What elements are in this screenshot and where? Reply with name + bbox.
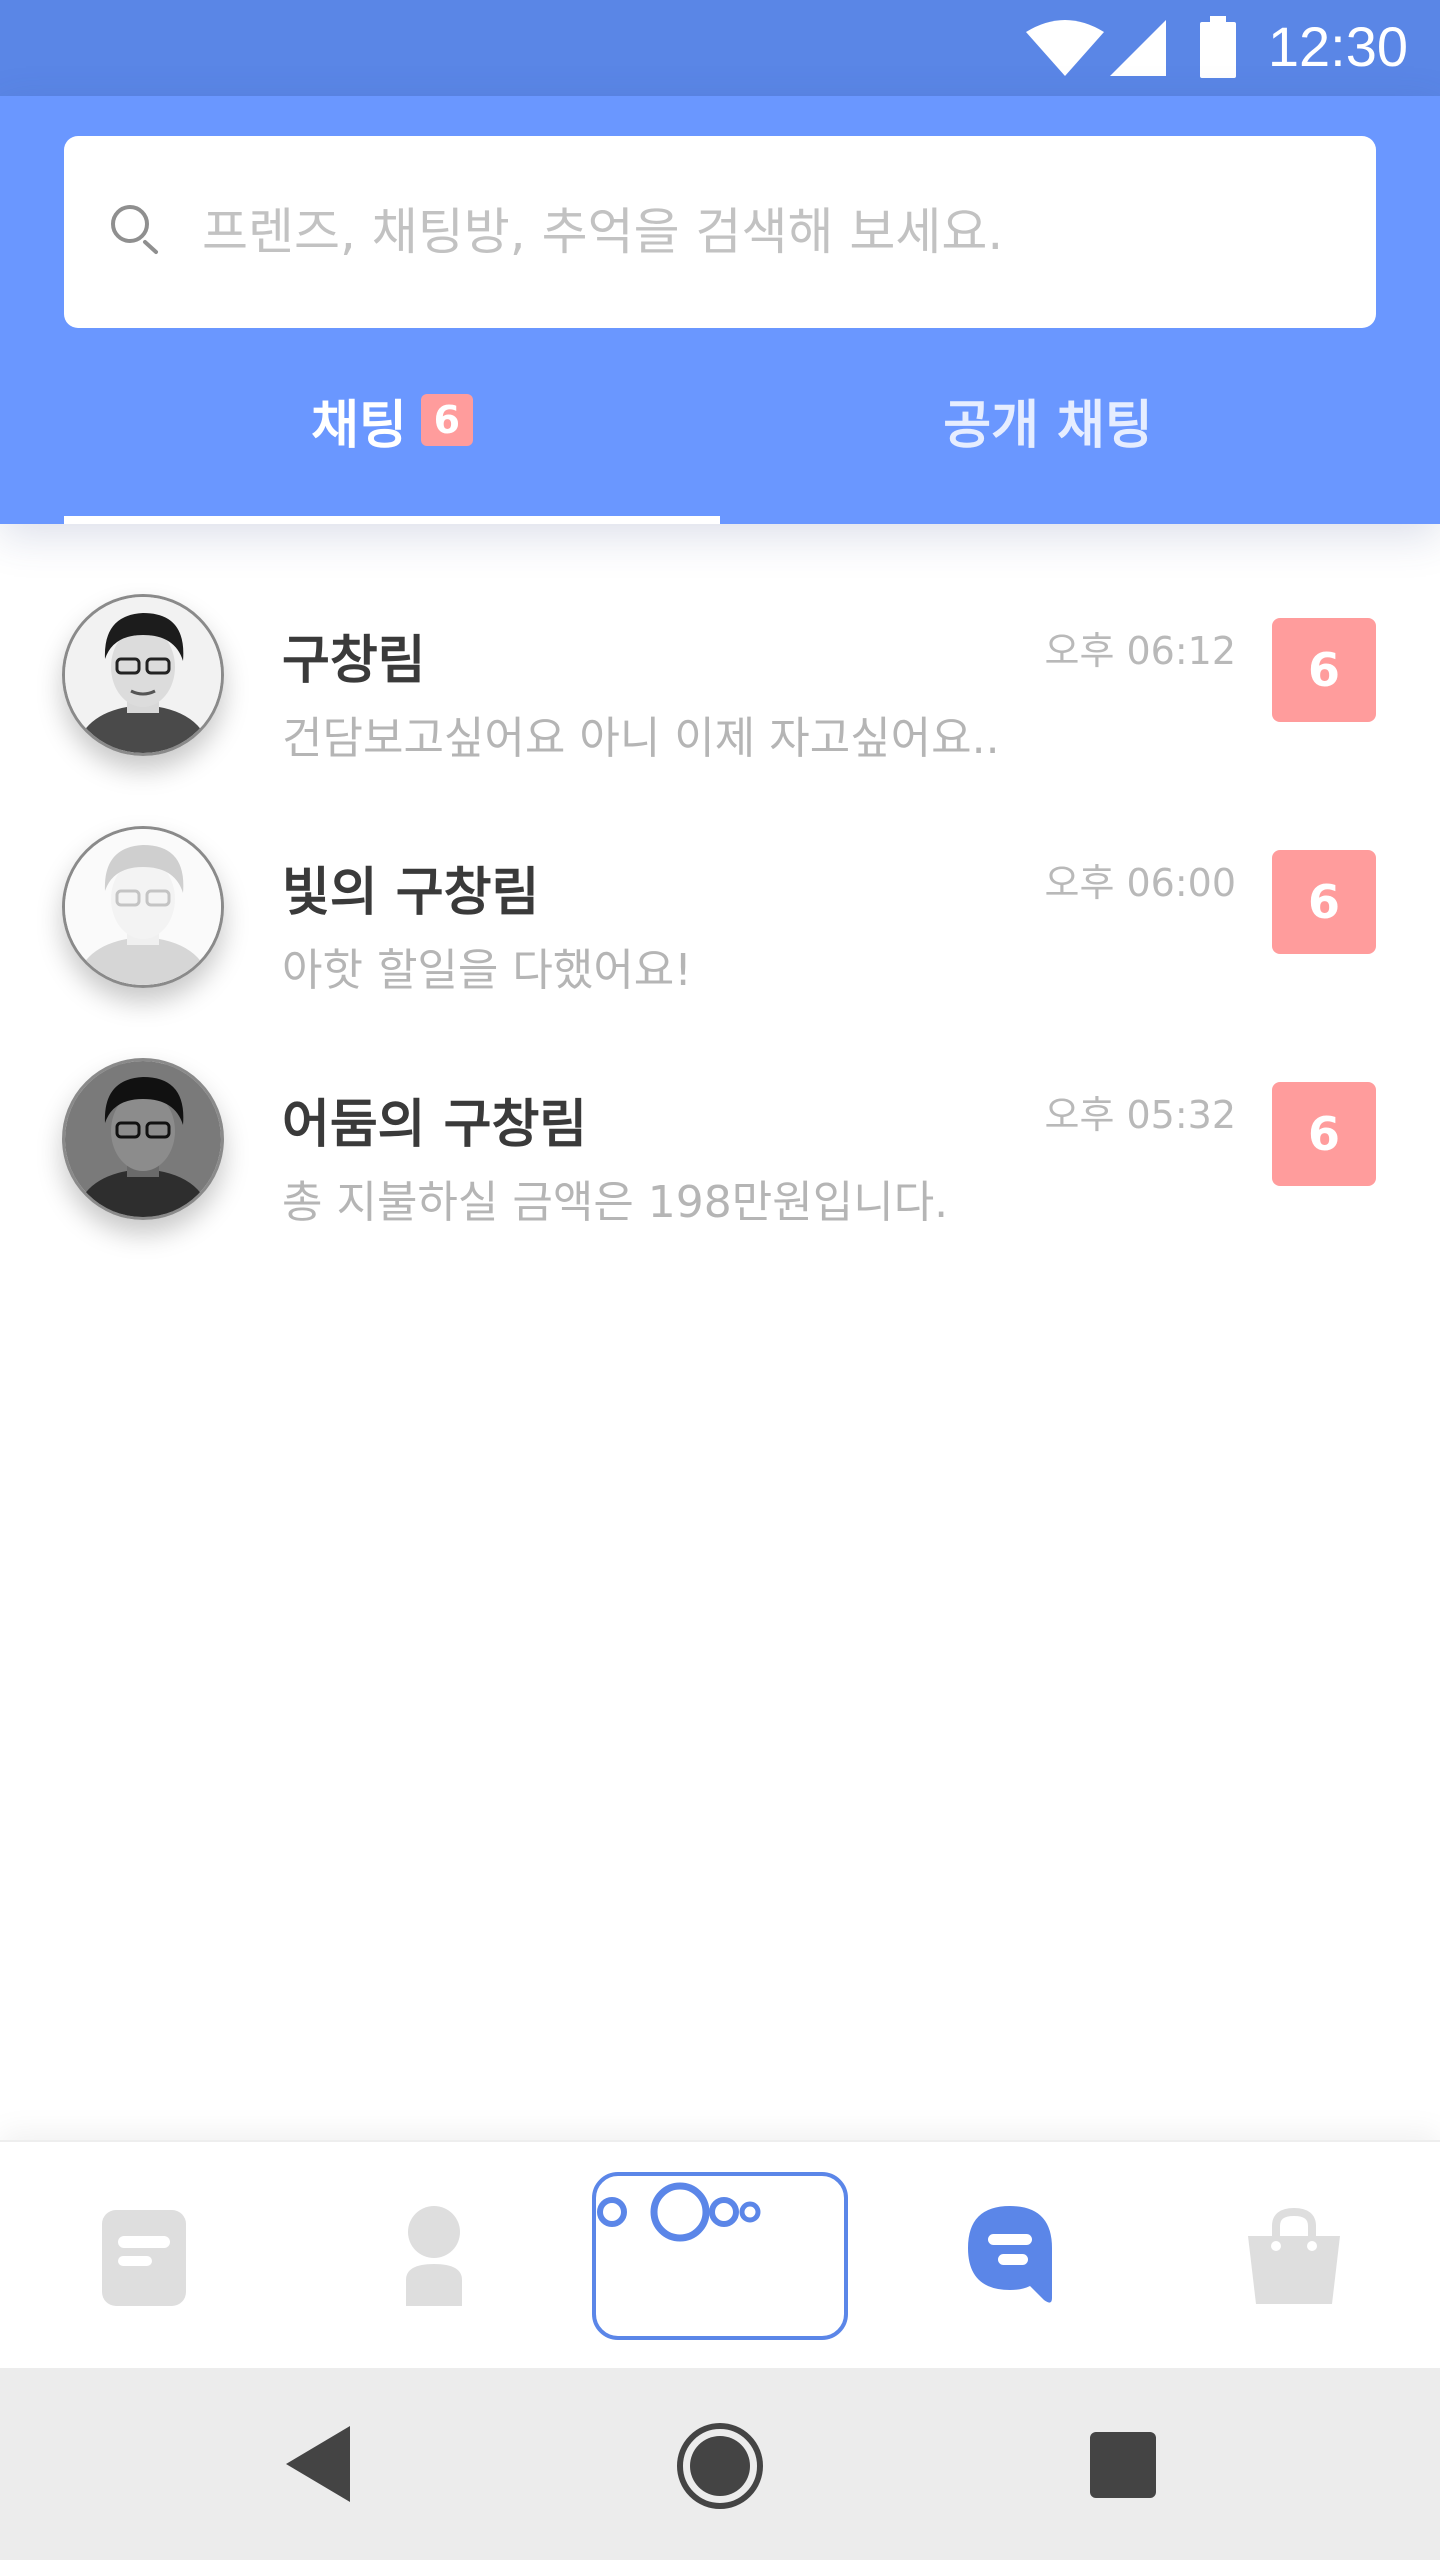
chat-message: 총 지불하실 금액은 198만원입니다.	[282, 1177, 949, 1228]
signal-icon	[1110, 20, 1166, 76]
nav-shop-button[interactable]	[1210, 2142, 1380, 2370]
nav-note-button[interactable]	[60, 2142, 230, 2370]
circles-icon	[597, 2182, 761, 2242]
nav-chat-button[interactable]	[926, 2142, 1096, 2370]
avatar-dark-image	[65, 1061, 221, 1217]
chat-name: 어둠의 구창림	[282, 1095, 588, 1155]
chat-name: 빛의 구창림	[282, 863, 540, 923]
recents-icon[interactable]	[1090, 2432, 1156, 2498]
tab-chat-label: 채팅	[311, 395, 407, 456]
chat-bubble-icon	[968, 2206, 1052, 2303]
chat-row[interactable]: 구창림 건담보고싶어요 아니 이제 자고싶어요.. 오후 06:12 6	[0, 570, 1440, 802]
person-icon	[406, 2206, 462, 2306]
status-time: 12:30	[1267, 15, 1408, 78]
search-input[interactable]	[202, 136, 1342, 328]
unread-badge: 6	[1272, 618, 1376, 722]
nav-profile-button[interactable]	[350, 2142, 520, 2370]
search-icon	[111, 205, 158, 254]
chat-row[interactable]: 어둠의 구창림 총 지불하실 금액은 198만원입니다. 오후 05:32 6	[0, 1034, 1440, 1266]
avatar-normal-image	[65, 597, 221, 753]
bottom-tab-bar	[0, 2140, 1440, 2368]
wifi-icon	[1026, 20, 1104, 76]
chat-row[interactable]: 빛의 구창림 아핫 할일을 다했어요! 오후 06:00 6	[0, 802, 1440, 1034]
unread-badge: 6	[1272, 850, 1376, 954]
tab-chat[interactable]: 채팅 6	[64, 366, 720, 474]
home-icon[interactable]	[674, 2420, 766, 2512]
tab-open-chat-label: 공개 채팅	[943, 395, 1153, 456]
avatar	[62, 826, 224, 988]
back-icon[interactable]	[286, 2426, 350, 2502]
shopping-bag-icon	[1248, 2208, 1340, 2304]
header: 채팅 6 공개 채팅	[0, 96, 1440, 524]
tab-chat-badge: 6	[420, 394, 473, 446]
search-box[interactable]	[64, 136, 1376, 328]
active-tab-indicator	[64, 516, 720, 524]
chat-time: 오후 05:32	[1044, 1093, 1236, 1137]
chat-message: 건담보고싶어요 아니 이제 자고싶어요..	[282, 713, 1000, 764]
system-navigation-bar	[0, 2368, 1440, 2560]
chat-time: 오후 06:00	[1044, 861, 1236, 905]
note-icon	[102, 2210, 186, 2306]
avatar-light-image	[65, 829, 221, 985]
avatar	[62, 594, 224, 756]
chat-message: 아핫 할일을 다했어요!	[282, 945, 692, 996]
avatar	[62, 1058, 224, 1220]
battery-icon	[1200, 16, 1236, 78]
nav-circles-button[interactable]	[592, 2172, 848, 2340]
chat-time: 오후 06:12	[1044, 629, 1236, 673]
status-bar: 12:30	[0, 0, 1440, 96]
unread-badge: 6	[1272, 1082, 1376, 1186]
chat-name: 구창림	[282, 631, 426, 691]
tab-open-chat[interactable]: 공개 채팅	[720, 366, 1376, 474]
